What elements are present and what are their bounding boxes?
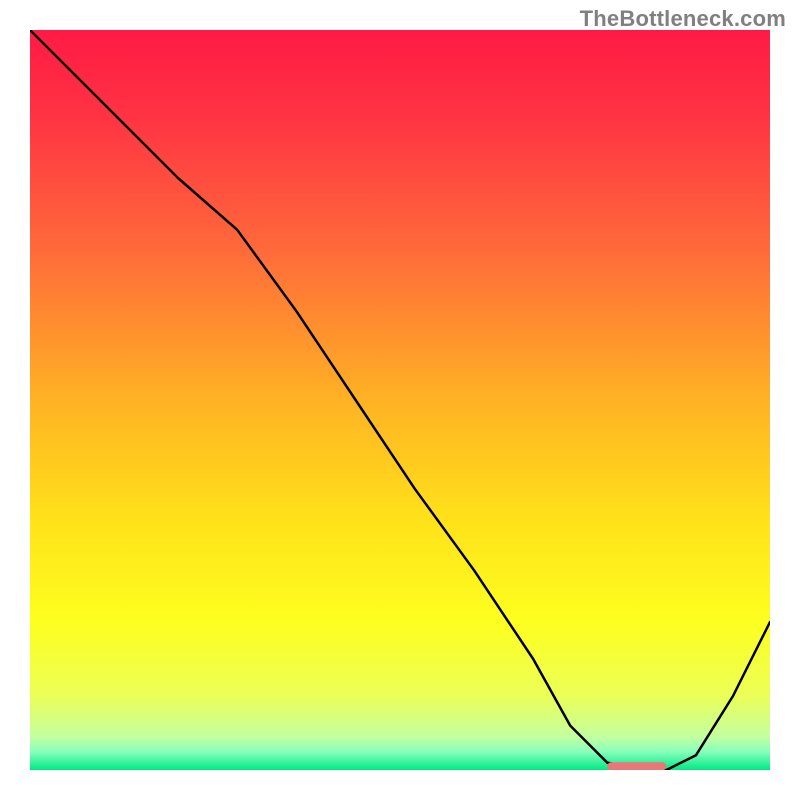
optimal-range-marker bbox=[607, 762, 666, 770]
chart-svg bbox=[30, 30, 770, 770]
chart-container: TheBottleneck.com bbox=[0, 0, 800, 800]
watermark-text: TheBottleneck.com bbox=[580, 6, 786, 32]
